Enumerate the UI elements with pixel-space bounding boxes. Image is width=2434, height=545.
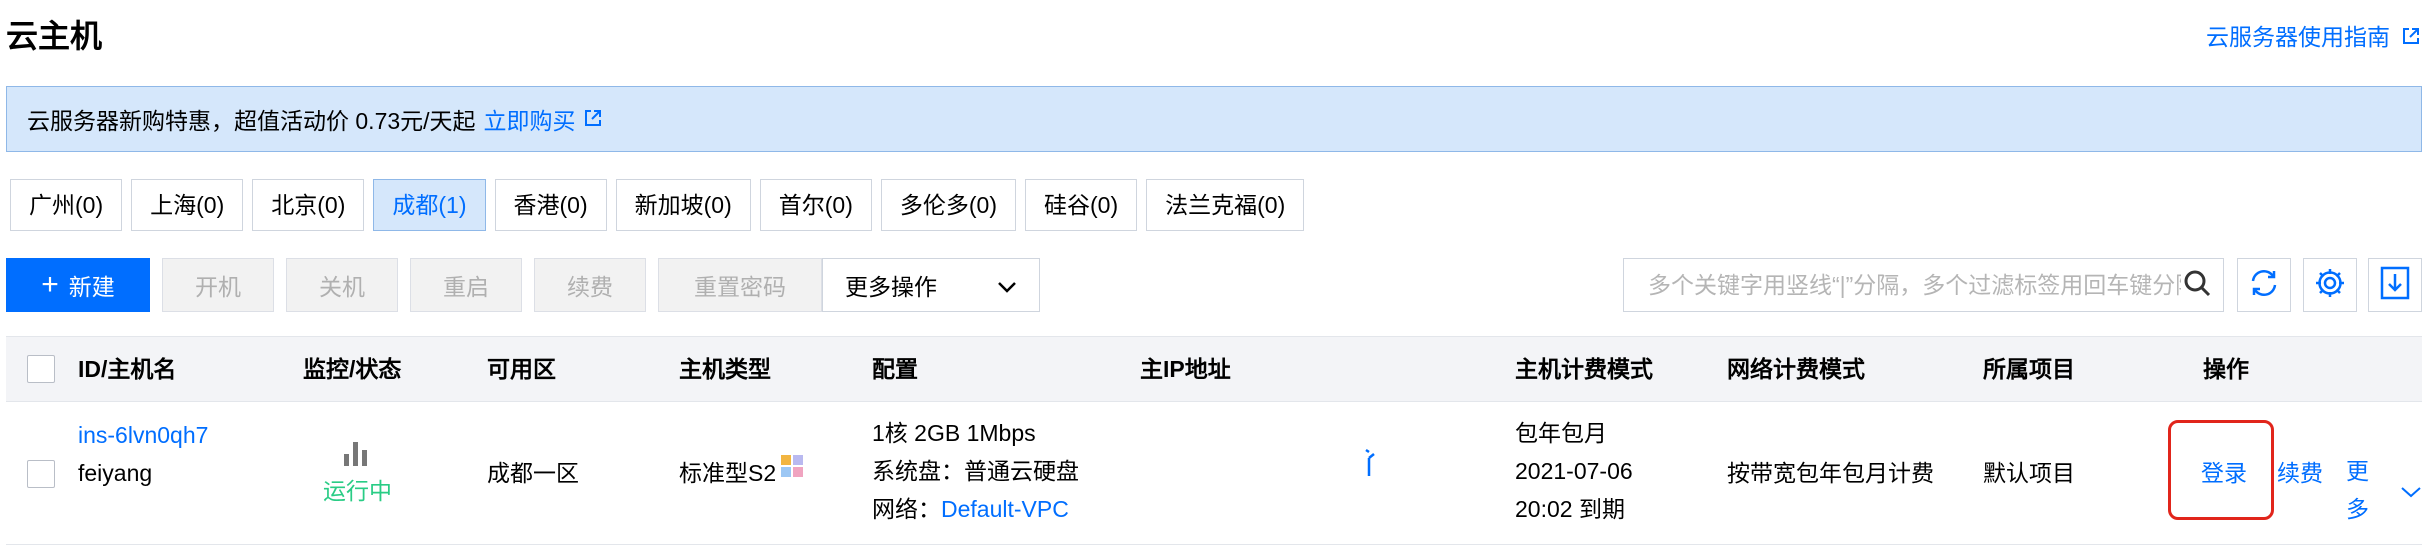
region-tab-frankfurt[interactable]: 法兰克福(0) — [1146, 179, 1305, 231]
more-actions-link-label: 更多 — [2346, 458, 2369, 522]
renew-link[interactable]: 续费 — [2277, 454, 2323, 492]
instance-type-label: 标准型S2 — [679, 459, 777, 486]
config-network-label: 网络： — [872, 496, 941, 522]
power-off-button[interactable]: 关机 — [286, 258, 398, 312]
expire-date: 2021-07-06 — [1515, 458, 1633, 484]
region-tab-beijing[interactable]: 北京(0) — [252, 179, 365, 231]
column-header-monitor: 监控/状态 — [303, 356, 402, 382]
region-tabs: 广州(0) 上海(0) 北京(0) 成都(1) 香港(0) 新加坡(0) 首尔(… — [10, 179, 1305, 231]
download-button[interactable] — [2368, 258, 2422, 312]
guide-link-label: 云服务器使用指南 — [2206, 24, 2390, 50]
login-link[interactable]: 登录 — [2201, 454, 2247, 492]
promo-banner: 云服务器新购特惠，超值活动价 0.73元/天起 立即购买 — [6, 86, 2422, 152]
renew-button[interactable]: 续费 — [534, 258, 646, 312]
new-instance-button[interactable]: + 新建 — [6, 258, 150, 312]
region-tab-chengdu[interactable]: 成都(1) — [373, 179, 486, 231]
new-instance-label: 新建 — [68, 274, 115, 300]
hostname: feiyang — [78, 460, 153, 486]
row-checkbox[interactable] — [27, 460, 55, 488]
column-header-config: 配置 — [872, 356, 918, 382]
page-title: 云主机 — [6, 18, 103, 54]
region-tab-shanghai[interactable]: 上海(0) — [131, 179, 244, 231]
config-spec: 1核 2GB 1Mbps — [872, 420, 1036, 446]
promo-text: 云服务器新购特惠，超值活动价 0.73元/天起 — [27, 108, 476, 134]
reset-password-button[interactable]: 重置密码 — [658, 258, 822, 312]
region-tab-guangzhou[interactable]: 广州(0) — [10, 179, 123, 231]
column-header-project: 所属项目 — [1983, 356, 2075, 382]
external-link-icon — [2402, 20, 2420, 54]
refresh-button[interactable] — [2237, 258, 2291, 312]
external-link-icon — [584, 106, 602, 133]
buy-now-label: 立即购买 — [483, 108, 576, 134]
instance-type-badge-icon — [778, 452, 808, 493]
expire-time: 20:02 到期 — [1515, 496, 1625, 522]
column-header-billing: 主机计费模式 — [1515, 356, 1653, 382]
more-actions-link[interactable]: 更多 — [2346, 452, 2422, 528]
billing-mode: 包年包月 — [1515, 420, 1607, 446]
more-actions-dropdown[interactable]: 更多操作 — [822, 258, 1040, 312]
column-header-zone: 可用区 — [487, 356, 556, 382]
monitor-chart-icon[interactable] — [342, 440, 370, 468]
page: 云主机 云服务器使用指南 云服务器新购特惠，超值活动价 0.73元/天起 立即购… — [0, 0, 2434, 545]
config-network: 网络：Default-VPC — [872, 490, 1069, 528]
chevron-down-icon — [2400, 471, 2422, 509]
region-tab-siliconvalley[interactable]: 硅谷(0) — [1025, 179, 1138, 231]
power-on-button[interactable]: 开机 — [162, 258, 274, 312]
column-header-ip: 主IP地址 — [1140, 356, 1231, 382]
settings-button[interactable] — [2303, 258, 2357, 312]
column-header-actions: 操作 — [2203, 356, 2249, 382]
project: 默认项目 — [1983, 460, 2075, 486]
status-badge: 运行中 — [323, 478, 392, 504]
chevron-down-icon — [997, 272, 1017, 299]
restart-button[interactable]: 重启 — [410, 258, 522, 312]
config-disk: 系统盘：普通云硬盘 — [872, 458, 1079, 484]
instance-table: ID/主机名 监控/状态 可用区 主机类型 配置 主IP地址 主机计费模式 网络… — [6, 336, 2422, 545]
search-input[interactable] — [1646, 270, 2183, 300]
gear-icon — [2313, 266, 2347, 305]
column-header-type: 主机类型 — [679, 356, 771, 382]
ip-edit-icon[interactable] — [1360, 444, 1378, 489]
region-tab-seoul[interactable]: 首尔(0) — [759, 179, 872, 231]
network-billing: 按带宽包年包月计费 — [1727, 460, 1934, 486]
select-all-checkbox[interactable] — [27, 355, 55, 383]
download-icon — [2380, 266, 2410, 305]
guide-link[interactable]: 云服务器使用指南 — [2206, 20, 2420, 54]
zone: 成都一区 — [487, 460, 579, 486]
column-header-network-billing: 网络计费模式 — [1727, 356, 1865, 382]
vpc-link[interactable]: Default-VPC — [941, 496, 1069, 522]
table-row: ins-6lvn0qh7 feiyang 运行中 成都一区 标准型S2 1核 2… — [6, 402, 2422, 545]
plus-icon: + — [41, 268, 59, 301]
region-tab-singapore[interactable]: 新加坡(0) — [615, 179, 751, 231]
instance-type: 标准型S2 — [679, 452, 808, 493]
page-header: 云主机 云服务器使用指南 — [0, 0, 2434, 78]
toolbar: + 新建 开机 关机 重启 续费 重置密码 更多操作 — [6, 258, 2422, 314]
more-actions-label: 更多操作 — [845, 274, 937, 300]
buy-now-link[interactable]: 立即购买 — [484, 102, 602, 136]
region-tab-toronto[interactable]: 多伦多(0) — [880, 179, 1016, 231]
table-header: ID/主机名 监控/状态 可用区 主机类型 配置 主IP地址 主机计费模式 网络… — [6, 336, 2422, 402]
instance-id-link[interactable]: ins-6lvn0qh7 — [78, 416, 208, 454]
refresh-icon — [2248, 267, 2280, 304]
search-icon[interactable] — [2183, 269, 2211, 302]
region-tab-hongkong[interactable]: 香港(0) — [494, 179, 607, 231]
column-header-id: ID/主机名 — [78, 356, 177, 382]
search-box — [1623, 258, 2224, 312]
